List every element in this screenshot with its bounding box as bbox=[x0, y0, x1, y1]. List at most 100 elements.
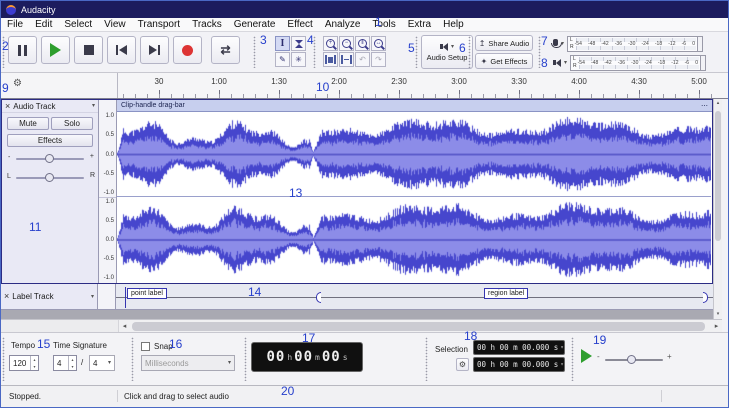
recording-meter-bars[interactable]: L R -54 -48 -42 -36 -30 -24 -18 -12 -6 0 bbox=[567, 35, 704, 52]
spin-up-icon[interactable]: ▴ bbox=[33, 357, 35, 362]
record-button[interactable] bbox=[173, 36, 202, 64]
selection-start-field[interactable]: 00 h 00 m 00.000 s ▾ bbox=[473, 340, 565, 355]
region-label[interactable]: region label bbox=[484, 288, 529, 299]
selection-end-value[interactable]: 00 h 00 m 00.000 s bbox=[477, 360, 558, 369]
zoom-fit-button[interactable]: ↔ bbox=[371, 36, 386, 51]
play-button[interactable] bbox=[41, 36, 70, 64]
time-toolbar-grip[interactable] bbox=[244, 337, 247, 381]
region-label-start-handle[interactable] bbox=[316, 292, 321, 303]
menu-generate[interactable]: Generate bbox=[228, 19, 282, 30]
menu-tools[interactable]: Tools bbox=[366, 19, 401, 30]
spin-down-icon[interactable]: ▾ bbox=[71, 364, 73, 369]
trim-audio-button[interactable] bbox=[323, 52, 338, 67]
time-signature-toolbar-grip[interactable] bbox=[2, 337, 5, 381]
selection-tool-button[interactable]: I bbox=[275, 36, 290, 51]
stop-button[interactable] bbox=[74, 36, 103, 64]
menu-tracks[interactable]: Tracks bbox=[186, 19, 228, 30]
label-track-panel[interactable]: × Label Track ▾ bbox=[1, 284, 98, 309]
pause-button[interactable] bbox=[8, 36, 37, 64]
menu-select[interactable]: Select bbox=[58, 19, 98, 30]
scroll-up-icon[interactable]: ▴ bbox=[714, 101, 722, 106]
skip-to-end-button[interactable] bbox=[140, 36, 169, 64]
track-header[interactable]: × Audio Track ▾ bbox=[2, 100, 98, 113]
menu-analyze[interactable]: Analyze bbox=[319, 19, 367, 30]
pan-slider-thumb[interactable] bbox=[45, 173, 54, 182]
spin-up-icon[interactable]: ▴ bbox=[71, 357, 73, 362]
label-track-caret-icon[interactable]: ▾ bbox=[91, 294, 94, 300]
multi-tool-button[interactable]: ✳ bbox=[291, 52, 306, 67]
draw-tool-button[interactable]: ✎ bbox=[275, 52, 290, 67]
tools-toolbar-grip[interactable] bbox=[253, 36, 256, 68]
snapping-toolbar-grip[interactable] bbox=[131, 337, 134, 381]
selection-end-field[interactable]: 00 h 00 m 00.000 s ▾ bbox=[473, 357, 565, 372]
scroll-down-icon[interactable]: ▾ bbox=[714, 312, 722, 317]
selection-toolbar-grip[interactable] bbox=[425, 337, 428, 381]
redo-button[interactable]: ↷ bbox=[371, 52, 386, 67]
track-menu-caret-icon[interactable]: ▾ bbox=[92, 103, 95, 109]
share-toolbar-grip[interactable] bbox=[468, 36, 471, 68]
horizontal-scrollbar-thumb[interactable] bbox=[132, 322, 705, 331]
envelope-tool-button[interactable] bbox=[291, 36, 306, 51]
mute-button[interactable]: Mute bbox=[7, 117, 49, 130]
playback-meter-bars[interactable]: L R -54 -48 -42 -36 -30 -24 -18 -12 -6 0 bbox=[570, 54, 707, 71]
label-track-title[interactable]: Label Track bbox=[12, 292, 53, 301]
caret-down-icon[interactable]: ▾ bbox=[560, 361, 564, 368]
tempo-spinner[interactable]: 120 ▴ ▾ bbox=[9, 355, 39, 371]
effects-button[interactable]: Effects bbox=[7, 134, 93, 147]
region-label-end-handle[interactable] bbox=[703, 292, 708, 303]
title-bar[interactable]: Audacity bbox=[1, 1, 728, 18]
menu-transport[interactable]: Transport bbox=[132, 19, 186, 30]
clip-area[interactable]: Clip-handle drag-bar ⋯ bbox=[117, 100, 712, 283]
recording-meter[interactable]: ▾ L R -54 -48 -42 -36 -30 -24 -18 -12 -6 0 bbox=[551, 35, 704, 52]
gain-slider-thumb[interactable] bbox=[45, 154, 54, 163]
play-at-speed-button[interactable] bbox=[581, 349, 592, 363]
track-title[interactable]: Audio Track bbox=[13, 102, 55, 111]
point-label[interactable]: point label bbox=[127, 288, 167, 299]
vertical-scrollbar[interactable]: ▴ ▾ bbox=[713, 99, 722, 319]
zoom-selection-button[interactable]: ‖ bbox=[355, 36, 370, 51]
undo-button[interactable]: ↶ bbox=[355, 52, 370, 67]
selection-start-value[interactable]: 00 h 00 m 00.000 s bbox=[477, 343, 558, 352]
loop-button[interactable]: ⇄ bbox=[211, 36, 240, 64]
label-track-area[interactable]: point label region label bbox=[116, 284, 713, 309]
snap-mode-dropdown[interactable]: Milliseconds ▾ bbox=[141, 355, 235, 371]
menu-effect[interactable]: Effect bbox=[281, 19, 318, 30]
play-speed-slider-thumb[interactable] bbox=[627, 355, 636, 364]
waveform-channel-1[interactable] bbox=[117, 112, 711, 197]
zoom-out-button[interactable]: − bbox=[339, 36, 354, 51]
time-signature-upper-value[interactable]: 4 bbox=[54, 356, 68, 370]
get-effects-button[interactable]: ✦ Get Effects bbox=[475, 53, 533, 69]
vertical-scale-ruler[interactable]: 1.0 0.5 0.0 -0.5 -1.0 1.0 0.5 0.0 -0.5 -1.0 bbox=[99, 100, 117, 283]
clip-menu-icon[interactable]: ⋯ bbox=[701, 102, 708, 110]
caret-down-icon[interactable]: ▾ bbox=[560, 344, 564, 351]
horizontal-scrollbar-track[interactable] bbox=[130, 320, 711, 332]
clip-handle-drag-bar[interactable]: Clip-handle drag-bar ⋯ bbox=[117, 100, 712, 112]
time-signature-lower-dropdown[interactable]: 4 ▾ bbox=[89, 355, 115, 371]
track-control-panel[interactable]: × Audio Track ▾ Mute Solo Effects - + L … bbox=[2, 100, 99, 283]
close-track-icon[interactable]: × bbox=[5, 101, 10, 111]
selection-options-button[interactable]: ⚙ bbox=[456, 358, 469, 371]
timeline-options-gear-icon[interactable]: ⚙ bbox=[13, 79, 22, 89]
menu-view[interactable]: View bbox=[98, 19, 132, 30]
audio-position-display[interactable]: 00 h 00 m 00 s bbox=[251, 342, 363, 372]
menu-edit[interactable]: Edit bbox=[29, 19, 58, 30]
timeline[interactable]: ⚙ 30 1:00 1:30 2:00 2:30 3:00 3:30 4:00 … bbox=[1, 73, 728, 99]
skip-to-start-button[interactable] bbox=[107, 36, 136, 64]
solo-button[interactable]: Solo bbox=[51, 117, 93, 130]
point-label-stem[interactable] bbox=[125, 287, 126, 308]
zoom-in-button[interactable]: + bbox=[323, 36, 338, 51]
menu-file[interactable]: File bbox=[1, 19, 29, 30]
playback-meter-caret-icon[interactable]: ▾ bbox=[564, 60, 567, 66]
share-audio-button[interactable]: ↥ Share Audio bbox=[475, 35, 533, 51]
waveform-channel-2[interactable] bbox=[117, 197, 711, 282]
time-seconds[interactable]: 00 bbox=[322, 349, 341, 365]
time-hours[interactable]: 00 bbox=[266, 349, 285, 365]
audio-setup-toolbar-grip[interactable] bbox=[415, 36, 418, 68]
scroll-right-icon[interactable]: ▸ bbox=[711, 322, 722, 330]
close-label-track-icon[interactable]: × bbox=[4, 292, 9, 301]
playback-meter[interactable]: ▾ L R -54 -48 -42 -36 -30 -24 -18 -12 -6 0 bbox=[553, 54, 707, 71]
spin-down-icon[interactable]: ▾ bbox=[33, 364, 35, 369]
snap-checkbox[interactable] bbox=[141, 342, 150, 351]
time-signature-upper-spinner[interactable]: 4 ▴ ▾ bbox=[53, 355, 77, 371]
time-minutes[interactable]: 00 bbox=[294, 349, 313, 365]
